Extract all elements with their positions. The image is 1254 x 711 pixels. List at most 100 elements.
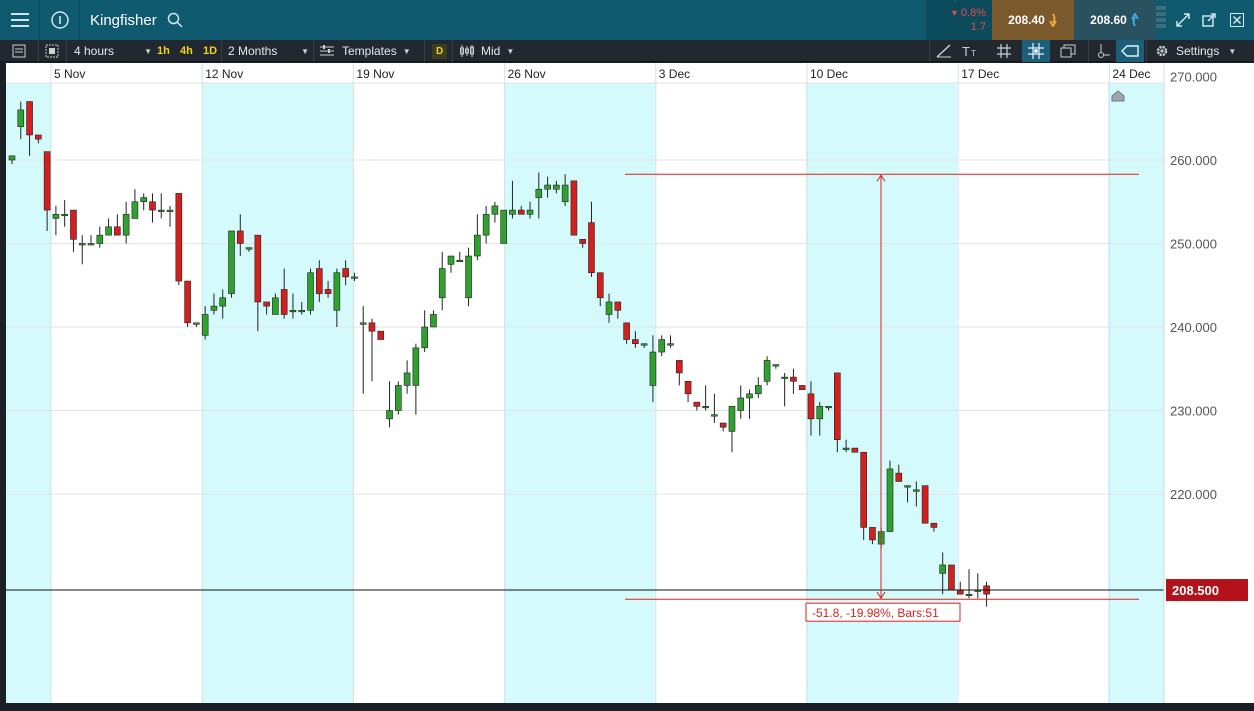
candle-body [825,406,832,409]
date-label: 12 Nov [205,67,243,81]
price-tick-label: 220.000 [1170,487,1217,502]
pointer-icon[interactable] [1088,40,1111,62]
candlestick-chart[interactable]: 5 Nov 12 Nov 19 Nov 26 Nov 3 Dec 10 Dec 17 Dec… [6,63,1254,703]
candle-body [78,243,86,246]
templates-select[interactable]: Templates [313,40,411,62]
chart-toolbar: 4 hours 1h 4h 1D 2 Months Templates D Mi… [0,40,1254,62]
candle-body [728,406,736,432]
price-tick-label: 270.000 [1170,70,1217,85]
measure-label: -51.8, -19.98%, Bars:51 [812,606,939,620]
search-icon[interactable] [167,12,183,28]
text-icon[interactable]: TT [962,40,980,62]
candle-body [623,322,630,340]
candle-body [140,197,147,203]
sell-button[interactable]: 208.40 [992,0,1074,40]
candle-body [403,372,411,386]
candle-body [965,593,973,597]
candle-body [114,226,121,236]
price-type-select[interactable]: Mid [452,40,514,62]
candle-body [956,589,964,595]
settings-button[interactable]: Settings ▼ [1146,40,1236,62]
layout-icon[interactable] [12,40,26,62]
candle-body [386,410,393,420]
candle-body [315,268,323,294]
chart-bottom-border [0,703,1254,711]
candles-icon [460,45,474,57]
candle-body [236,230,244,244]
svg-text:T: T [962,44,970,58]
grid-icon[interactable] [997,40,1011,62]
candle-body [746,393,753,399]
current-price-label: 208.500 [1172,583,1219,598]
liquidity-gauge [1156,6,1166,34]
popout-icon[interactable] [1196,0,1222,40]
candle-body [482,213,490,236]
candle-body [834,372,841,441]
candle-body [895,472,903,482]
instrument-title[interactable]: Kingfisher [90,12,157,29]
candle-body [430,314,437,328]
candle-body [210,305,218,311]
candle-body [105,226,112,236]
candle-body [781,376,788,379]
interval-value: 4 hours [74,44,115,58]
clone-icon[interactable] [1060,40,1076,62]
candle-body [913,489,920,492]
svg-text:T: T [971,49,976,58]
candle-body [798,385,806,390]
chart-area[interactable]: 5 Nov 12 Nov 19 Nov 26 Nov 3 Dec 10 Dec 17 Dec… [6,63,1254,703]
candle-body [245,247,253,250]
date-label: 24 Dec [1112,67,1150,81]
candle-body [421,326,428,349]
arrow-down-icon [1048,13,1057,27]
candle-body [790,376,797,382]
candle-body [351,276,358,279]
chart-type-icon[interactable] [38,40,59,62]
menu-icon[interactable] [0,0,40,40]
candle-body [886,468,894,532]
price-tick-label: 250.000 [1170,237,1217,252]
candle-body [96,234,104,244]
candle-body [87,243,95,246]
change-absolute: 1.7 [970,21,986,33]
candle-body [561,184,569,203]
date-label: 17 Dec [961,67,999,81]
candle-body [131,201,139,219]
candle-body [553,184,560,190]
candle-body [219,297,227,307]
price-change: 0.8% 1.7 [926,0,992,40]
expand-icon[interactable] [1170,0,1196,40]
line-draw-icon[interactable] [929,40,952,62]
crosshair-icon[interactable] [1022,40,1050,62]
candle-body [596,272,604,299]
quick-interval-1h[interactable]: 1h [157,40,170,62]
price-tick-label: 260.000 [1170,153,1217,168]
buy-button[interactable]: 208.60 [1074,0,1156,40]
candle-body [491,205,499,215]
candle-body [289,310,297,313]
candle-body [772,364,780,367]
interval-select[interactable]: 4 hours [66,40,152,62]
price-type-value: Mid [481,44,501,58]
candle-body [605,301,613,315]
close-icon[interactable] [1224,0,1250,40]
period-select[interactable]: 2 Months [221,40,309,62]
quick-interval-4h[interactable]: 4h [180,40,193,62]
candle-body [632,339,639,344]
candle-body [719,422,727,428]
candle-body [184,280,191,324]
candle-body [149,201,156,211]
info-icon[interactable] [40,0,80,40]
d-button[interactable]: D [424,40,448,62]
candle-body [474,234,481,257]
candle-body [272,297,279,315]
candle-body [43,151,51,211]
candle-body [395,385,402,411]
candle-body [509,209,516,215]
candle-body [342,268,349,278]
quick-interval-1d[interactable]: 1D [203,40,217,62]
candle-body [333,272,341,311]
label-icon[interactable] [1116,40,1144,62]
arrow-up-icon [1130,13,1139,27]
week-band [202,63,353,703]
